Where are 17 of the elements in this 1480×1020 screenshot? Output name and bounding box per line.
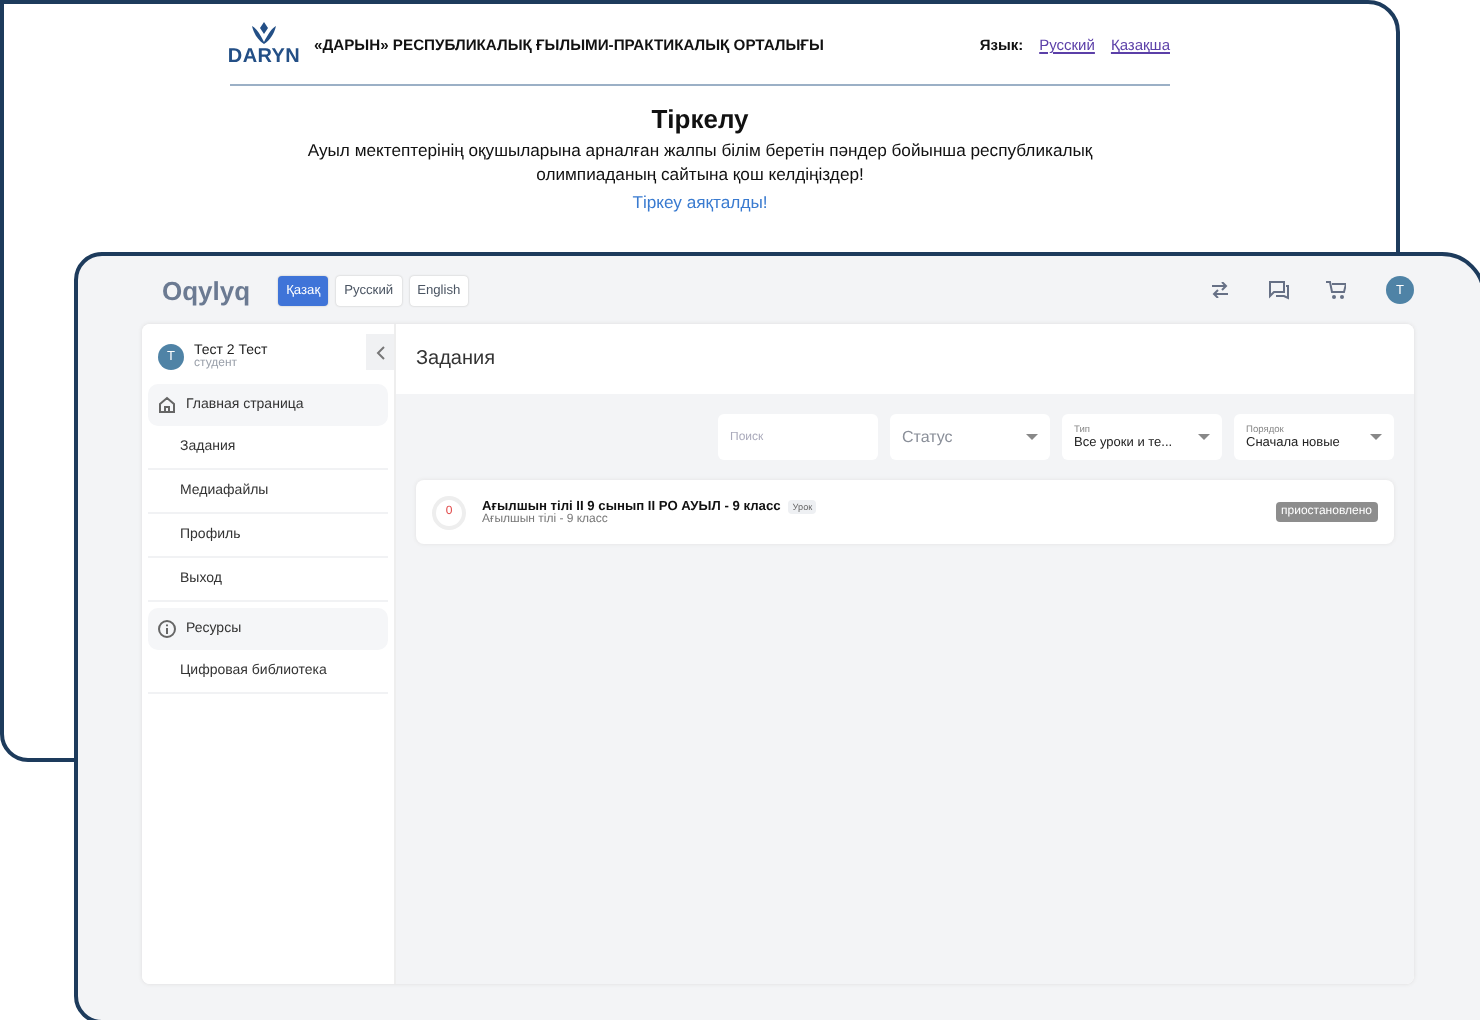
caret-icon [1198,433,1210,441]
swap-icon[interactable] [1206,276,1234,304]
logo-icon [248,22,280,46]
chevron-left-icon [375,345,385,359]
cart-icon[interactable] [1322,276,1350,304]
welcome-message: Ауыл мектептерінің оқушыларына арналған жалпы білім беретін пәндер бойынша республикалық олимпиаданың сайтына қош келдіңіздер! [305,138,1095,186]
home-icon [158,396,176,414]
page-title: Задания [396,324,1414,394]
app-logo: Oqylyq [162,275,251,305]
caret-icon [1026,433,1038,441]
page-heading: Тіркелу [651,104,749,134]
info-icon [158,620,176,638]
logo-text: DARYN [227,46,301,68]
status-link[interactable]: Тіркеу аяқталды! [632,192,768,212]
chat-icon[interactable] [1264,276,1292,304]
collapse-button[interactable] [366,334,394,370]
caret-icon [1370,433,1382,441]
